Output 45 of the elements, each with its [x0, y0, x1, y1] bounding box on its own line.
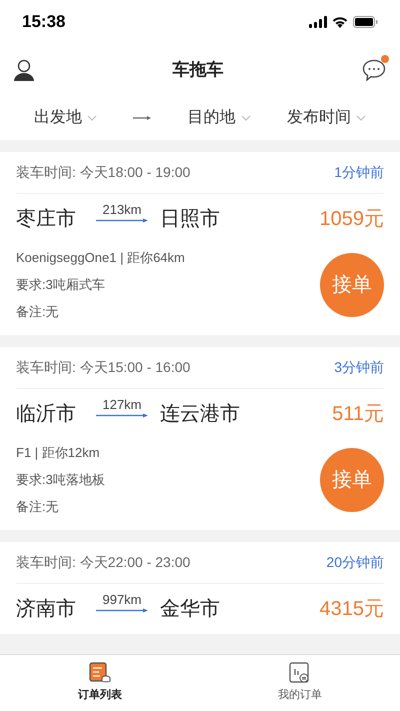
- order-detail: 要求:3吨厢式车: [16, 276, 106, 294]
- order-detail: 备注:无: [16, 303, 60, 321]
- battery-icon: [353, 16, 378, 28]
- route-arrow-icon: [96, 412, 148, 418]
- tab-item[interactable]: 我的订单: [200, 655, 400, 711]
- order-detail: F1 | 距你12km: [16, 444, 101, 462]
- orders-icon: [289, 662, 311, 684]
- order-detail: 备注:无: [16, 498, 60, 516]
- origin-city: 临沂市: [16, 402, 77, 427]
- page-title: 车拖车: [172, 59, 224, 82]
- chevron-down-icon: [240, 115, 251, 121]
- message-icon[interactable]: [362, 59, 386, 81]
- user-avatar-icon[interactable]: [14, 59, 34, 81]
- posted-time: 1分钟前: [334, 163, 384, 182]
- wifi-icon: [332, 16, 348, 28]
- filter-dropdown[interactable]: 发布时间: [286, 106, 366, 130]
- distance-label: 997km: [102, 592, 142, 608]
- distance-label: 213km: [102, 202, 142, 218]
- status-time: 15:38: [22, 11, 66, 34]
- destination-city: 连云港市: [160, 402, 240, 427]
- price: 1059元: [320, 207, 384, 232]
- load-time: 装车时间: 今天18:00 - 19:00: [16, 163, 190, 182]
- chevron-down-icon: [356, 115, 366, 121]
- posted-time: 20分钟前: [326, 553, 384, 572]
- tab-item[interactable]: 订单列表: [0, 655, 200, 711]
- price: 511元: [332, 402, 384, 427]
- chevron-down-icon: [87, 115, 97, 121]
- list-icon: [89, 662, 111, 684]
- destination-city: 日照市: [160, 207, 220, 232]
- filter-dropdown[interactable]: 目的地: [188, 106, 251, 130]
- route-arrow-icon: [96, 218, 148, 222]
- origin-city: 济南市: [16, 597, 77, 622]
- load-time: 装车时间: 今天22:00 - 23:00: [16, 553, 190, 572]
- load-time: 装车时间: 今天15:00 - 16:00: [16, 358, 190, 377]
- filter-dropdown[interactable]: 出发地: [34, 106, 97, 130]
- distance-label: 127km: [102, 396, 142, 412]
- order-detail: KoenigseggOne1 | 距你64km: [16, 249, 185, 267]
- arrow-right-icon: [133, 115, 152, 121]
- posted-time: 3分钟前: [334, 358, 384, 377]
- origin-city: 枣庄市: [16, 207, 77, 232]
- price: 4315元: [320, 597, 384, 622]
- destination-city: 金华市: [160, 597, 220, 622]
- route-arrow-icon: [96, 608, 148, 612]
- signal-icon: [309, 16, 327, 28]
- order-detail: 要求:3吨落地板: [16, 471, 105, 489]
